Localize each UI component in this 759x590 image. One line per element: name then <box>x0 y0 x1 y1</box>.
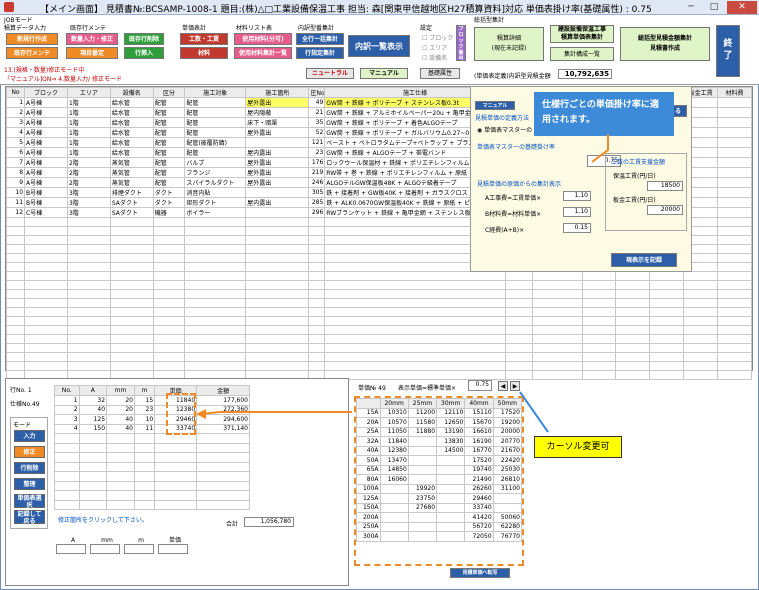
cursor-arrow <box>519 391 549 433</box>
bottom-arrow <box>199 411 352 415</box>
annotation-arrows <box>196 134 609 433</box>
bottom-arrowhead-icon <box>196 409 206 419</box>
top-arrow <box>591 134 609 163</box>
